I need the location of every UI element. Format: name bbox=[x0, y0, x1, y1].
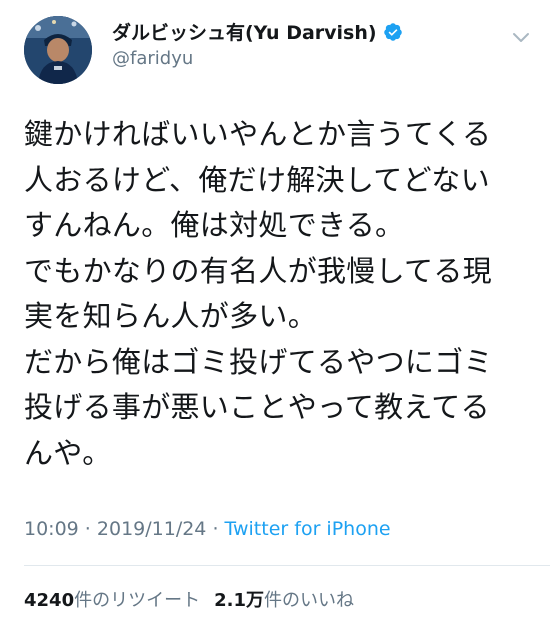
display-name[interactable]: ダルビッシュ有(Yu Darvish) bbox=[112, 18, 377, 45]
likes-label: 件のいいね bbox=[264, 590, 354, 611]
name-row: ダルビッシュ有(Yu Darvish) bbox=[112, 18, 403, 45]
tweet-date: 2019/11/24 bbox=[96, 518, 207, 540]
tweet-stats: 4240件のリツイート 2.1万件のいいね bbox=[24, 586, 354, 612]
tweet-line: 実を知らん人が多い。 bbox=[24, 299, 318, 333]
user-handle[interactable]: @faridyu bbox=[112, 48, 193, 69]
tweet-line: 人おるけど、俺だけ解決してどない bbox=[24, 162, 490, 197]
tweet-line: でもかなりの有名人が我慢してる現 bbox=[24, 253, 492, 288]
tweet-text: 鍵かければいいやんとか言うてくる 人おるけど、俺だけ解決してどない すんねん。俺… bbox=[24, 112, 534, 476]
divider bbox=[24, 565, 550, 566]
retweets-stat[interactable]: 4240件のリツイート bbox=[24, 590, 200, 611]
tweet-header: ダルビッシュ有(Yu Darvish) @faridyu bbox=[0, 0, 550, 90]
chevron-down-icon[interactable] bbox=[510, 26, 532, 48]
likes-stat[interactable]: 2.1万件のいいね bbox=[214, 590, 354, 611]
verified-badge-icon bbox=[383, 22, 403, 42]
tweet-line: んや。 bbox=[24, 435, 112, 470]
tweet-line: 鍵かければいいやんとか言うてくる bbox=[24, 117, 492, 151]
tweet-time: 10:09 bbox=[24, 518, 79, 540]
tweet-source-link[interactable]: Twitter for iPhone bbox=[225, 518, 391, 540]
tweet-line: 投げる事が悪いことやって教えてる bbox=[24, 390, 490, 424]
likes-count: 2.1万 bbox=[214, 590, 264, 611]
meta-separator: · bbox=[78, 518, 97, 540]
retweets-count: 4240 bbox=[24, 590, 75, 611]
tweet-line: すんねん。俺は対処できる。 bbox=[24, 208, 405, 242]
tweet-meta: 10:09 · 2019/11/24 · Twitter for iPhone bbox=[24, 518, 391, 540]
avatar-photo bbox=[24, 16, 92, 84]
avatar[interactable] bbox=[24, 16, 92, 84]
tweet-line: だから俺はゴミ投げてるやつにゴミ bbox=[24, 344, 493, 379]
retweets-label: 件のリツイート bbox=[74, 590, 201, 611]
meta-separator: · bbox=[206, 518, 225, 540]
